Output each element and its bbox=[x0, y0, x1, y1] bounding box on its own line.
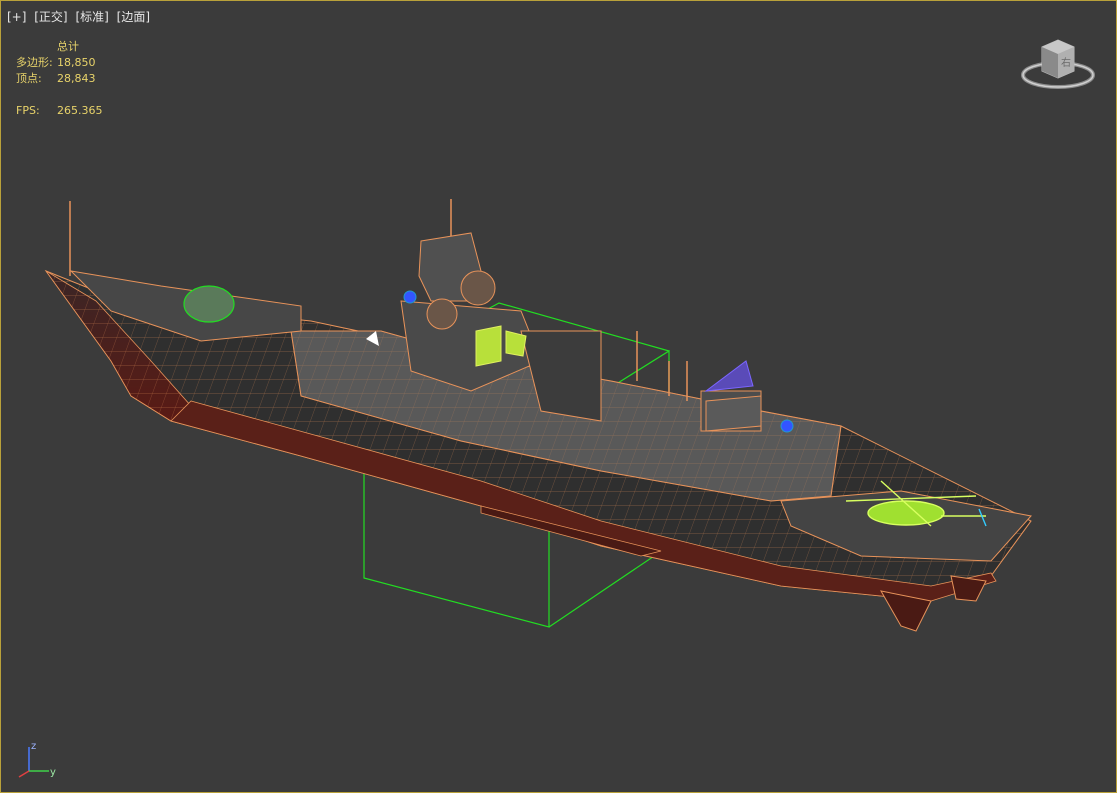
viewcube-face-label: 右 bbox=[1061, 56, 1071, 69]
axis-tripod: z y bbox=[18, 741, 56, 778]
axis-y-label: y bbox=[50, 767, 56, 778]
viewcube[interactable]: 右 bbox=[1020, 35, 1096, 95]
3d-viewport[interactable]: [+] [正交] [标准] [边面] 总计 多边形: 18,850 顶点: 28,8… bbox=[0, 0, 1117, 793]
ship-model-scene[interactable] bbox=[1, 1, 1116, 792]
axis-z-label: z bbox=[31, 741, 36, 752]
